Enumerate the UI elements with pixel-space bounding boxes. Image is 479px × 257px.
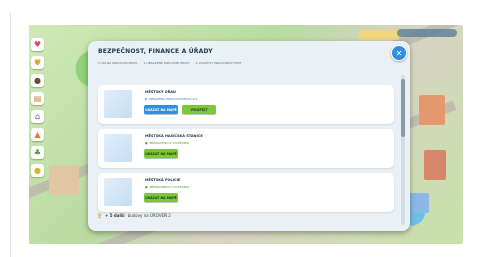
panel-title: Bezpečnost, finance a úřady xyxy=(98,48,213,55)
close-button[interactable]: ✕ xyxy=(391,45,407,61)
trophy-icon: 🏆 xyxy=(97,213,102,218)
upgrade-ready-icon: ● xyxy=(145,185,148,189)
coins-icon[interactable]: ● xyxy=(31,164,44,177)
worker-icon: ▮ xyxy=(145,97,147,101)
footer-note: 🏆 + 5 další budovy na ÚROVEŇ 2 xyxy=(97,213,171,218)
building-thumbnail xyxy=(104,134,132,162)
paw-icon[interactable]: ● xyxy=(31,74,44,87)
close-icon: ✕ xyxy=(395,48,403,58)
card-actions: Ukázat na mapě Vylepšit xyxy=(144,105,216,114)
requirement-status: ● Připraveno k vylepšení xyxy=(145,141,189,145)
show-on-map-button[interactable]: Ukázat na mapě xyxy=(144,105,178,114)
requirement-text: Připraveno k vylepšení xyxy=(149,141,189,145)
upgrade-ready-icon: ● xyxy=(145,141,148,145)
hospital-icon[interactable]: ⌂ xyxy=(31,110,44,123)
subtitle-item: 2 volná pracovní místa xyxy=(98,61,138,65)
building-card: Městská policie ● Připraveno k vylepšení… xyxy=(98,173,394,212)
building-card: Městský úřad ▮ Obsazená pracovní místa 2… xyxy=(98,85,394,124)
building-thumbnail xyxy=(104,90,132,118)
resource-bar xyxy=(397,29,457,37)
heart-icon[interactable]: ♥ xyxy=(31,38,44,51)
show-on-map-button[interactable]: Ukázat na mapě xyxy=(144,149,178,158)
building[interactable] xyxy=(359,30,399,40)
card-actions: Ukázat na mapě xyxy=(144,193,178,202)
building-name: Městský úřad xyxy=(145,90,176,94)
briefcase-icon[interactable]: ▤ xyxy=(31,92,44,105)
subtitle-item: 4 volných pracovních míst xyxy=(195,61,242,65)
scrollbar[interactable] xyxy=(401,75,405,225)
building[interactable] xyxy=(49,165,79,195)
requirement-status: ● Připraveno k vylepšení xyxy=(145,185,189,189)
tree-icon[interactable]: ♣ xyxy=(31,146,44,159)
requirement-text: Obsazená pracovní místa 2/4 xyxy=(148,97,198,101)
category-sidebar: ♥ ⛊ ● ▤ ⌂ ▲ ♣ ● xyxy=(31,38,45,177)
panel-subtitle: 2 volná pracovní místa 1 obsazené pracov… xyxy=(98,61,242,65)
footer-bold: + 5 další xyxy=(104,213,125,218)
building[interactable] xyxy=(419,95,445,125)
building-card: Městská hasičská stanice ● Připraveno k … xyxy=(98,129,394,168)
building-name: Městská hasičská stanice xyxy=(145,134,203,138)
shield-icon[interactable]: ⛊ xyxy=(31,56,44,69)
building-name: Městská policie xyxy=(145,178,181,182)
show-on-map-button[interactable]: Ukázat na mapě xyxy=(144,193,178,202)
scrollbar-thumb[interactable] xyxy=(401,79,405,137)
requirement-status: ▮ Obsazená pracovní místa 2/4 xyxy=(145,97,197,101)
services-panel: Bezpečnost, finance a úřady 2 volná prac… xyxy=(88,41,410,231)
card-actions: Ukázat na mapě xyxy=(144,149,178,158)
school-icon[interactable]: ▲ xyxy=(31,128,44,141)
subtitle-item: 1 obsazené pracovní místo xyxy=(143,61,190,65)
requirement-text: Připraveno k vylepšení xyxy=(149,185,189,189)
building-thumbnail xyxy=(104,178,132,206)
page-divider xyxy=(10,12,11,257)
footer-text: budovy na ÚROVEŇ 2 xyxy=(127,213,171,218)
building[interactable] xyxy=(424,150,446,180)
upgrade-button[interactable]: Vylepšit xyxy=(182,105,216,114)
